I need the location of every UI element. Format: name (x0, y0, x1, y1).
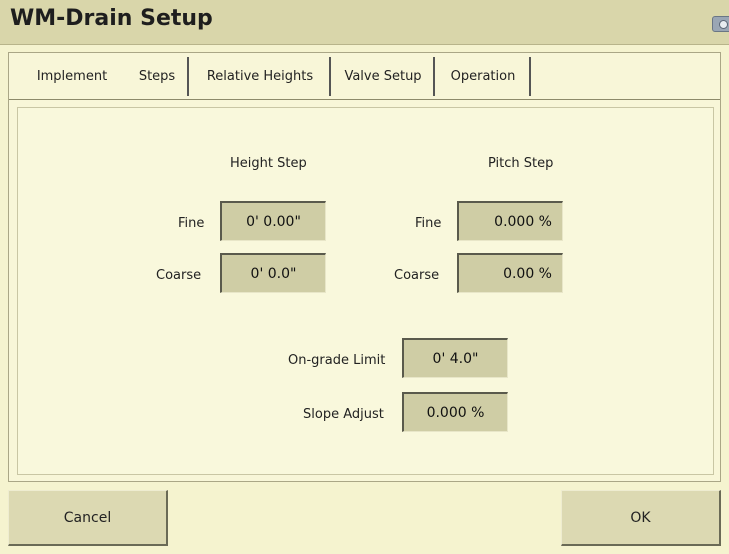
slope-adjust-field[interactable]: 0.000 % (402, 392, 508, 432)
height-coarse-field[interactable]: 0' 0.0" (220, 253, 326, 293)
pitch-step-heading: Pitch Step (488, 156, 554, 171)
setup-panel: Implement Steps Relative Heights Valve S… (8, 52, 721, 482)
pitch-coarse-label: Coarse (394, 268, 440, 283)
steps-content: Height Step Pitch Step Fine 0' 0.00" Fin… (17, 107, 714, 475)
tab-strip: Implement Steps Relative Heights Valve S… (9, 53, 720, 100)
tab-implement[interactable]: Implement (17, 57, 127, 96)
height-fine-label: Fine (178, 216, 205, 231)
height-coarse-label: Coarse (156, 268, 202, 283)
title-bar: WM-Drain Setup (0, 0, 729, 45)
on-grade-limit-label: On-grade Limit (288, 353, 386, 368)
tab-relative-heights[interactable]: Relative Heights (191, 57, 331, 96)
pitch-fine-label: Fine (415, 216, 442, 231)
height-step-heading: Height Step (230, 156, 307, 171)
pitch-fine-field[interactable]: 0.000 % (457, 201, 563, 241)
height-fine-field[interactable]: 0' 0.00" (220, 201, 326, 241)
cancel-button[interactable]: Cancel (8, 490, 168, 546)
tab-valve-setup[interactable]: Valve Setup (333, 57, 435, 96)
tab-operation[interactable]: Operation (437, 57, 531, 96)
window-title: WM-Drain Setup (10, 6, 213, 31)
pitch-coarse-field[interactable]: 0.00 % (457, 253, 563, 293)
camera-icon[interactable] (712, 16, 729, 32)
tab-steps[interactable]: Steps (127, 57, 189, 96)
ok-button[interactable]: OK (561, 490, 721, 546)
on-grade-limit-field[interactable]: 0' 4.0" (402, 338, 508, 378)
slope-adjust-label: Slope Adjust (303, 407, 384, 422)
